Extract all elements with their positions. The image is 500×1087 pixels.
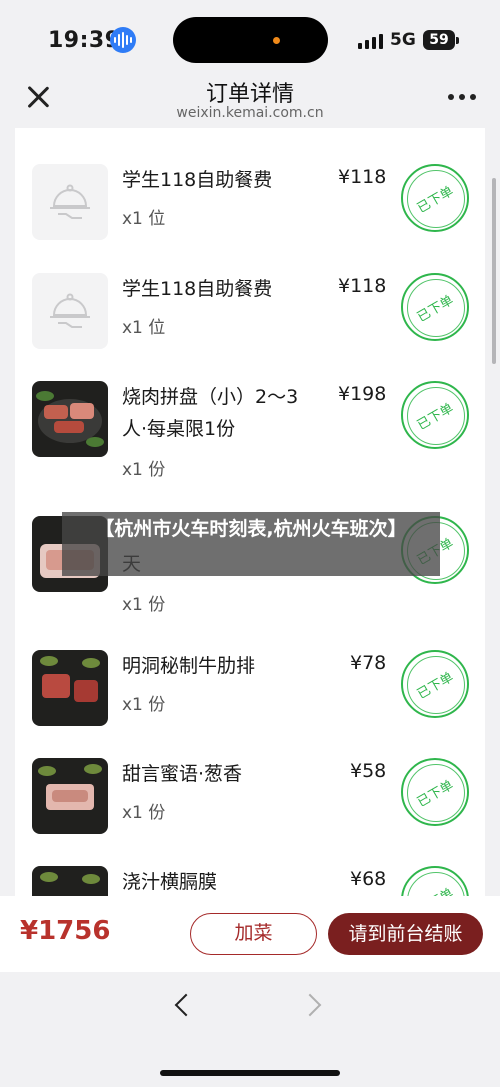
item-qty: x1 份 (122, 595, 166, 615)
item-name: 明洞秘制牛肋排 (122, 655, 256, 677)
item-name: 烧肉拼盘（小）2～3 (122, 386, 299, 408)
dynamic-island (173, 17, 328, 63)
item-price: ¥58 (350, 760, 387, 782)
item-name-line2: 人·每桌限1份 (122, 418, 236, 440)
status-bar: 19:39 5G 59 (0, 0, 500, 78)
ordered-stamp: 已下单 (401, 273, 469, 341)
food-photo (32, 866, 108, 896)
food-photo (32, 381, 108, 457)
food-photo (32, 650, 108, 726)
item-qty: x1 份 (122, 803, 166, 823)
item-name: 浇汁横膈膜 (122, 871, 218, 893)
ordered-stamp: 已下单 (401, 650, 469, 718)
overlay-text: 【杭州市火车时刻表,杭州火车班次】 (95, 518, 407, 540)
add-dishes-button[interactable]: 加菜 (190, 913, 317, 955)
signal-icon (358, 33, 383, 49)
order-total: ¥1756 (20, 916, 111, 946)
checkout-bar: ¥1756 加菜 请到前台结账 (0, 896, 500, 972)
page-url: weixin.kemai.com.cn (176, 105, 324, 121)
back-icon[interactable] (174, 993, 198, 1017)
browser-nav-bar (0, 972, 500, 1087)
battery-icon: 59 (423, 30, 459, 50)
food-cloche-icon (32, 164, 108, 240)
item-name: 学生118自助餐费 (122, 278, 273, 300)
page-title: 订单详情 (205, 82, 294, 107)
more-icon[interactable] (448, 94, 476, 100)
item-qty: x1 份 (122, 695, 166, 715)
siri-icon (110, 27, 136, 53)
item-price: ¥118 (338, 275, 387, 297)
item-qty: x1 份 (122, 460, 166, 480)
item-price: ¥68 (350, 868, 387, 890)
ordered-stamp: 已下单 (401, 164, 469, 232)
network-label: 5G (390, 30, 416, 50)
item-price: ¥198 (338, 383, 387, 405)
ordered-stamp: 已下单 (401, 381, 469, 449)
scrollbar[interactable] (492, 178, 496, 364)
item-name: 甜言蜜语·葱香 (122, 763, 243, 785)
overlay-banner: 【杭州市火车时刻表,杭州火车班次】 (62, 512, 440, 576)
item-name: 学生118自助餐费 (122, 169, 273, 191)
ordered-stamp: 已下单 (401, 758, 469, 826)
item-price: ¥118 (338, 166, 387, 188)
item-price: ¥78 (350, 652, 387, 674)
pay-at-counter-button[interactable]: 请到前台结账 (328, 913, 483, 955)
title-bar: 订单详情 weixin.kemai.com.cn (0, 70, 500, 128)
item-qty: x1 位 (122, 209, 166, 229)
food-cloche-icon (32, 273, 108, 349)
food-photo (32, 758, 108, 834)
home-indicator[interactable] (160, 1070, 340, 1076)
forward-icon[interactable] (298, 993, 322, 1017)
item-qty: x1 位 (122, 318, 166, 338)
